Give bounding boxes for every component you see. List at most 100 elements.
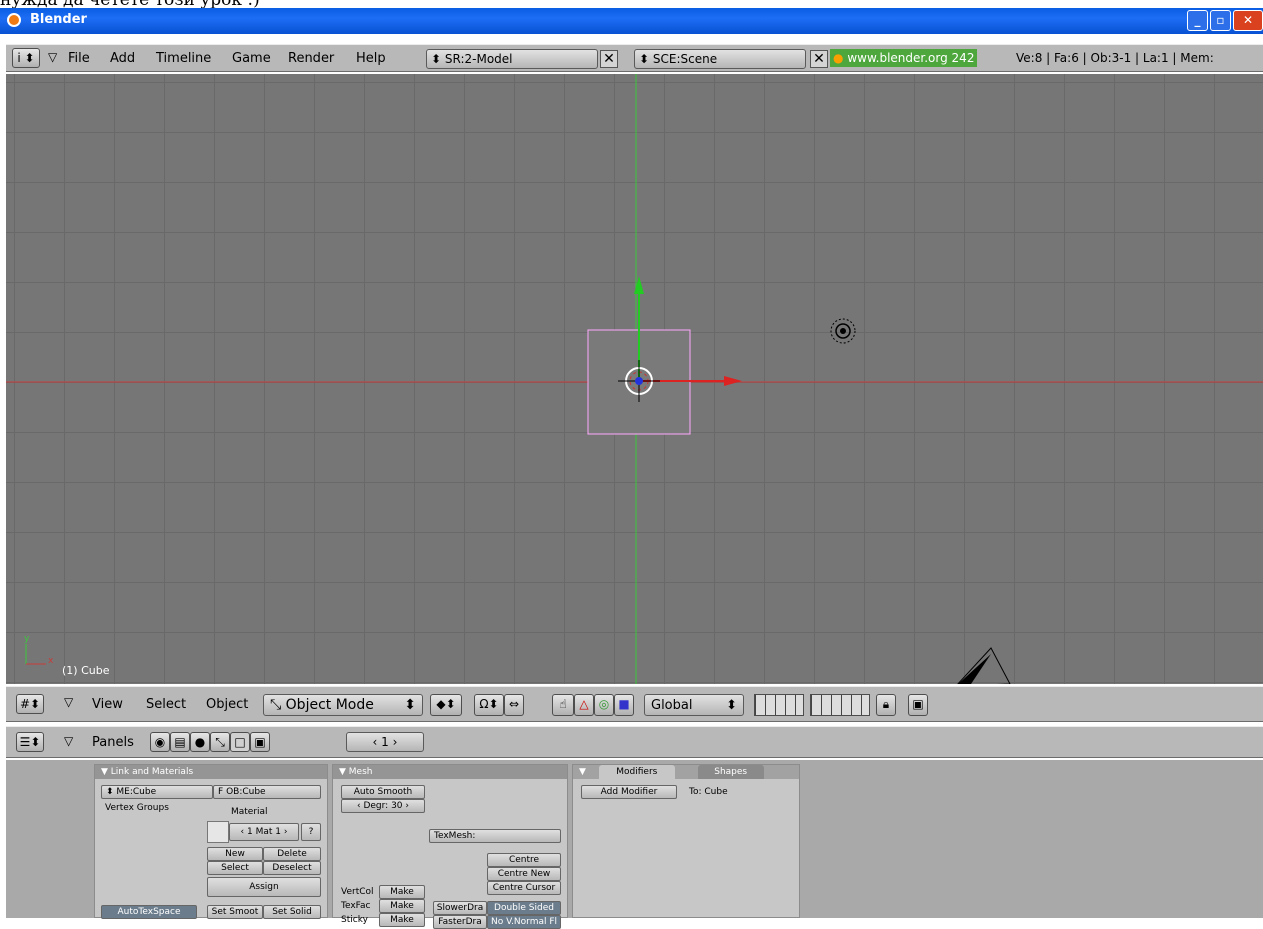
frame-value: 1 [381, 735, 389, 749]
mesh-name: ME:Cube [116, 787, 157, 797]
object-mode-icon: ⤡ [270, 697, 282, 713]
panel-title[interactable]: ▼ Link and Materials [95, 765, 327, 779]
no-vnormal-flip-toggle[interactable]: No V.Normal Fl [487, 915, 561, 929]
3d-viewport[interactable]: y x (1) Cube [6, 74, 1263, 684]
auto-smooth-toggle[interactable]: Auto Smooth [341, 785, 425, 799]
mesh-panel: ▼ Mesh Auto Smooth ‹ Degr: 30 › TexMesh:… [332, 764, 568, 929]
buttons-editor-type-icon[interactable]: ☰⬍ [16, 732, 44, 752]
deselect-material-button[interactable]: Deselect [263, 861, 321, 875]
material-label: Material [231, 807, 268, 817]
double-sided-toggle[interactable]: Double Sided [487, 901, 561, 915]
collapse-triangle-icon[interactable]: ▽ [64, 734, 73, 748]
x-manipulator-head [724, 376, 742, 386]
texfac-make-button[interactable]: Make [379, 899, 425, 913]
orientation-text: Global [651, 698, 693, 713]
material-color-swatch[interactable] [207, 821, 229, 843]
autotexspace-toggle[interactable]: AutoTexSpace [101, 905, 197, 919]
scene-stats: Ve:8 | Fa:6 | Ob:3-1 | La:1 | Mem: [1016, 51, 1214, 65]
draw-type-button[interactable]: ◆⬍ [430, 694, 462, 716]
manipulator-toggle[interactable]: ⇔ [504, 694, 524, 716]
mode-selector[interactable]: ⤡ Object Mode ⬍ [263, 694, 423, 716]
modifier-target-label: To: Cube [689, 787, 728, 797]
vertcol-label: VertCol [341, 887, 374, 897]
new-material-button[interactable]: New [207, 847, 263, 861]
script-context-icon[interactable]: ▤ [170, 732, 190, 752]
close-button[interactable]: ✕ [1233, 10, 1263, 31]
transform-orientation-selector[interactable]: Global ⬍ [644, 694, 744, 716]
material-index-field[interactable]: ‹ 1 Mat 1 › [229, 823, 299, 841]
menu-file[interactable]: File [68, 51, 90, 66]
menu-timeline[interactable]: Timeline [156, 51, 211, 66]
sticky-make-button[interactable]: Make [379, 913, 425, 927]
texfac-label: TexFac [341, 901, 371, 911]
menu-game[interactable]: Game [232, 51, 271, 66]
delete-screen-button[interactable]: ✕ [600, 50, 618, 68]
centre-cursor-button[interactable]: Centre Cursor [487, 881, 561, 895]
material-index: 1 Mat 1 [247, 827, 281, 837]
layer-buttons-1[interactable] [754, 694, 804, 716]
panel-title-text: Link and Materials [110, 767, 194, 777]
3d-editor-type-icon[interactable]: #⬍ [16, 694, 44, 714]
menu-render[interactable]: Render [288, 51, 334, 66]
slower-draw-button[interactable]: SlowerDra [433, 901, 487, 915]
texmesh-field[interactable]: TexMesh: [429, 829, 561, 843]
add-modifier-button[interactable]: Add Modifier [581, 785, 677, 799]
info-editor-type-icon[interactable]: i ⬍ [12, 48, 40, 68]
hand-icon[interactable]: ☝ [552, 694, 574, 716]
tab-shapes[interactable]: Shapes [697, 765, 764, 779]
object-context-icon[interactable]: ⤡ [210, 732, 230, 752]
logic-context-icon[interactable]: ◉ [150, 732, 170, 752]
rotate-icon[interactable]: ◎ [594, 694, 614, 716]
mesh-name-field[interactable]: ⬍ ME:Cube [101, 785, 213, 799]
maximize-button[interactable]: ▫ [1210, 10, 1231, 31]
material-help-button[interactable]: ? [301, 823, 321, 841]
blender-website-badge[interactable]: ● www.blender.org 242 [830, 49, 978, 67]
select-material-button[interactable]: Select [207, 861, 263, 875]
scene-context-icon[interactable]: ▣ [250, 732, 270, 752]
screen-name: SR:2-Model [444, 52, 513, 66]
scale-icon[interactable]: ■ [614, 694, 634, 716]
website-text: www.blender.org 242 [847, 51, 975, 65]
shading-context-icon[interactable]: ● [190, 732, 210, 752]
set-solid-button[interactable]: Set Solid [263, 905, 321, 919]
collapse-triangle-icon[interactable]: ▼ [579, 767, 586, 777]
render-icon[interactable]: ▣ [908, 694, 928, 716]
centre-button[interactable]: Centre [487, 853, 561, 867]
link-materials-panel: ▼ Link and Materials ⬍ ME:Cube F OB:Cube… [94, 764, 328, 919]
panel-title[interactable]: ▼ Mesh [333, 765, 567, 779]
modifiers-panel: ▼ Modifiers Shapes Add Modifier To: Cube [572, 764, 800, 918]
scene-selector[interactable]: ⬍ SCE:Scene [634, 49, 806, 69]
lock-icon[interactable]: 🔒︎ [876, 694, 896, 716]
editing-context-icon[interactable]: □ [230, 732, 250, 752]
centre-new-button[interactable]: Centre New [487, 867, 561, 881]
tab-modifiers[interactable]: Modifiers [598, 765, 675, 779]
object-origin [635, 377, 643, 385]
panels-label: Panels [92, 735, 134, 750]
collapse-triangle-icon[interactable]: ▽ [48, 50, 57, 64]
layer-buttons-2[interactable] [810, 694, 870, 716]
menu-help[interactable]: Help [356, 51, 386, 66]
assign-material-button[interactable]: Assign [207, 877, 321, 897]
degree-value: Degr: 30 [363, 801, 403, 811]
vertcol-make-button[interactable]: Make [379, 885, 425, 899]
delete-material-button[interactable]: Delete [263, 847, 321, 861]
frame-counter[interactable]: ‹ 1 › [346, 732, 424, 752]
minimize-button[interactable]: _ [1187, 10, 1208, 31]
pivot-button[interactable]: Ω⬍ [474, 694, 504, 716]
mode-text: Object Mode [285, 697, 374, 713]
menu-add[interactable]: Add [110, 51, 135, 66]
translate-icon[interactable]: △ [574, 694, 594, 716]
set-smooth-button[interactable]: Set Smoot [207, 905, 263, 919]
faster-draw-button[interactable]: FasterDra [433, 915, 487, 929]
degree-field[interactable]: ‹ Degr: 30 › [341, 799, 425, 813]
menu-select[interactable]: Select [146, 697, 186, 712]
info-header: i ⬍ ▽ File Add Timeline Game Render Help… [6, 44, 1263, 72]
window-title-bar[interactable]: Blender _ ▫ ✕ [0, 8, 1263, 34]
object-name-field[interactable]: F OB:Cube [213, 785, 321, 799]
active-object-label: (1) Cube [62, 664, 110, 677]
menu-view[interactable]: View [92, 697, 123, 712]
delete-scene-button[interactable]: ✕ [810, 50, 828, 68]
screen-selector[interactable]: ⬍ SR:2-Model [426, 49, 598, 69]
menu-object[interactable]: Object [206, 697, 248, 712]
collapse-triangle-icon[interactable]: ▽ [64, 695, 73, 709]
